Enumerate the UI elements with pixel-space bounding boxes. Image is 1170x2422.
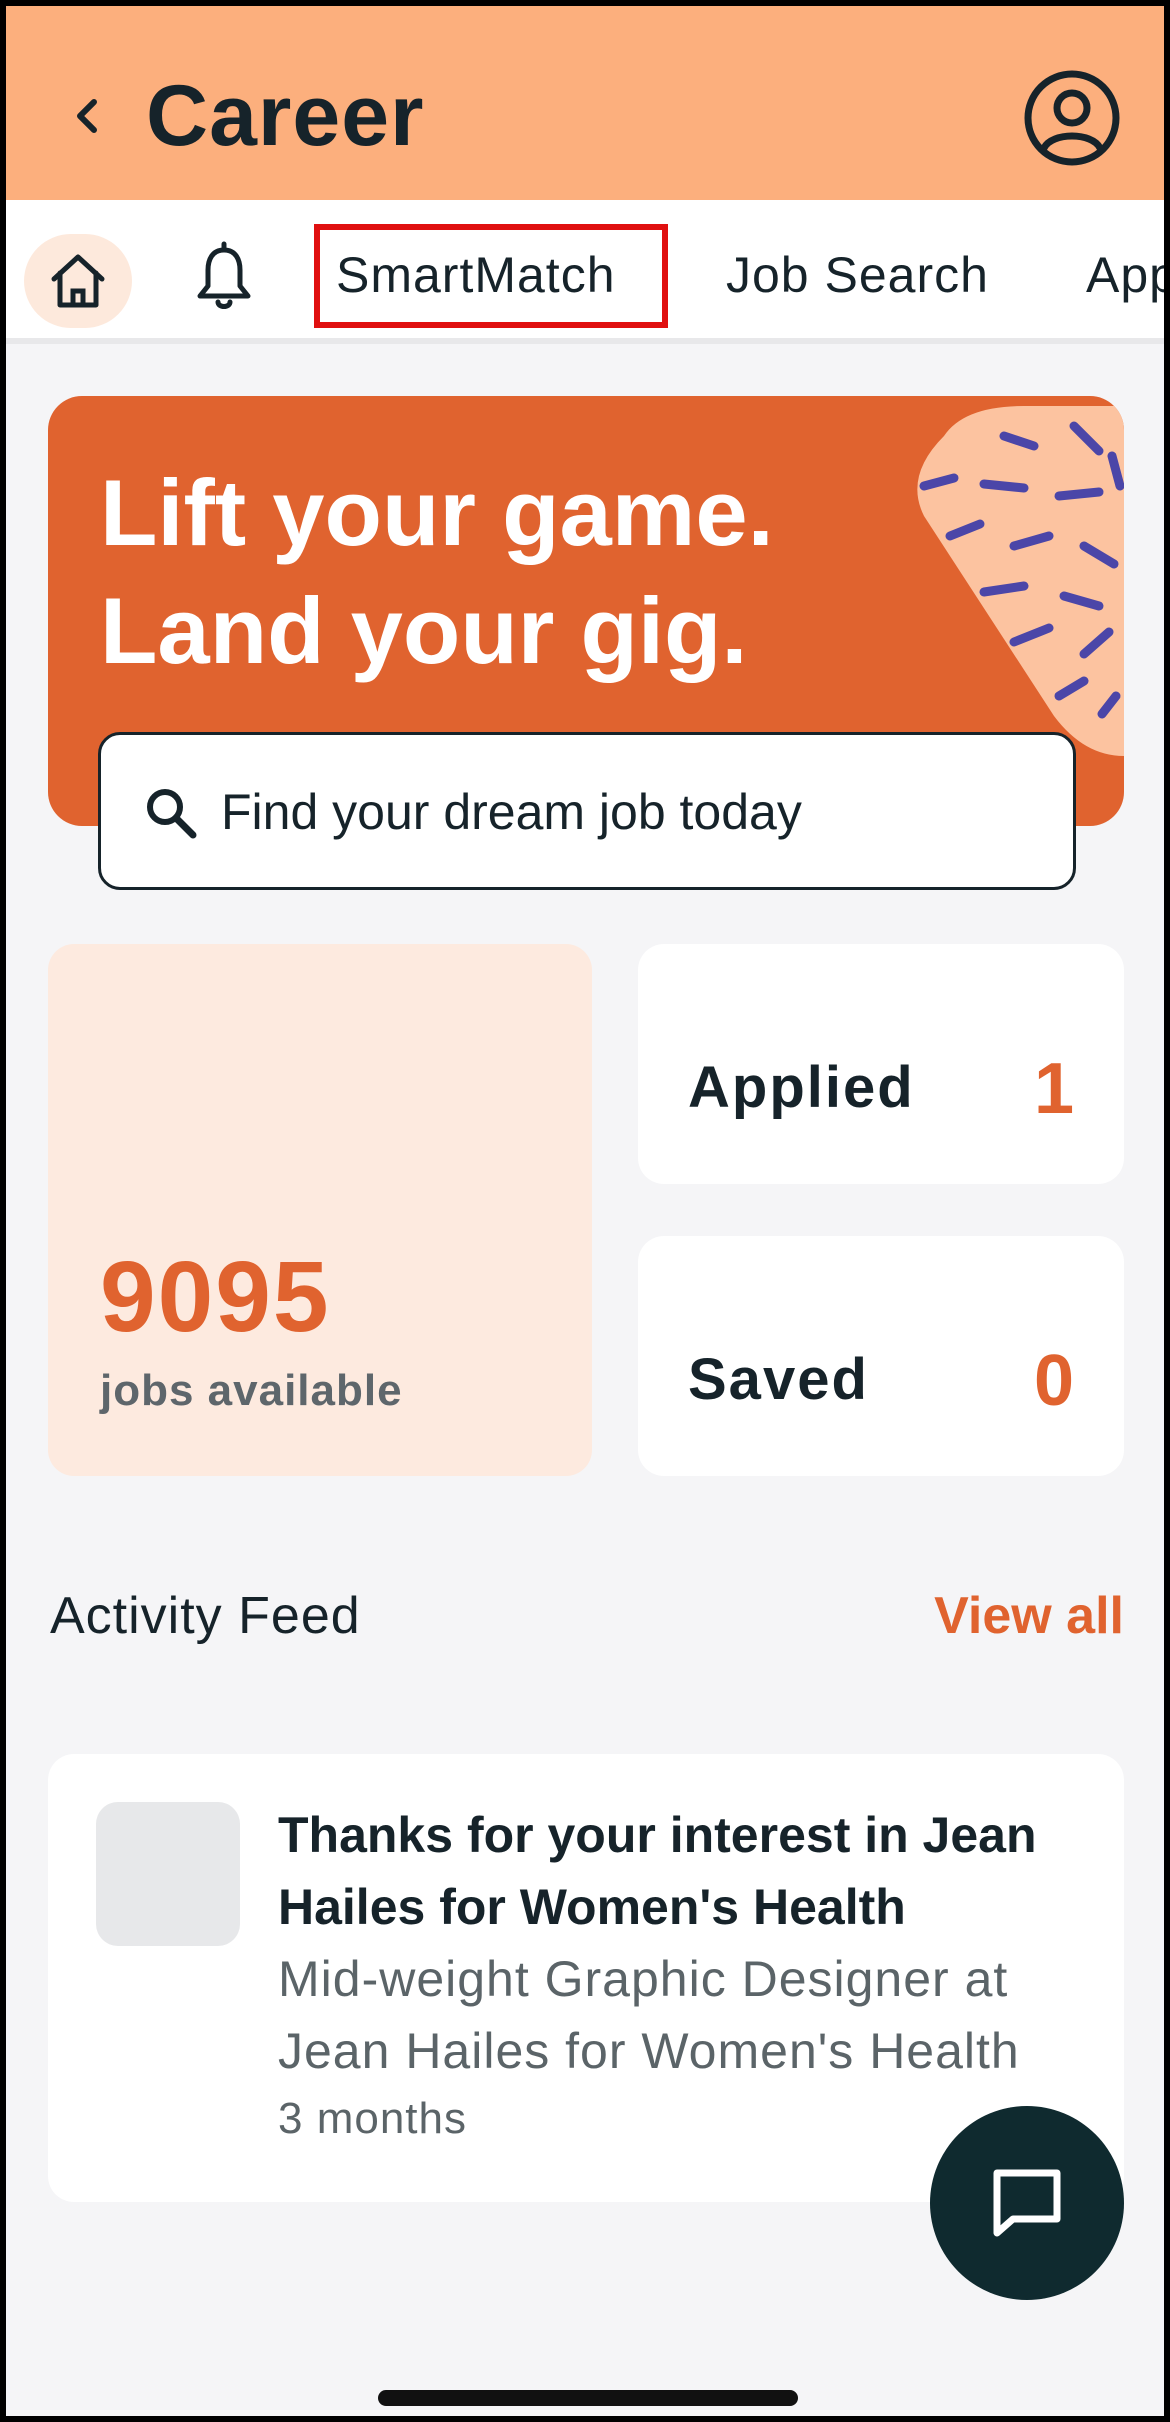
jobs-count: 9095 xyxy=(100,1241,331,1353)
feed-item-heading-line-1: Thanks for your interest in Jean xyxy=(278,1807,1037,1863)
activity-feed-title: Activity Feed xyxy=(50,1587,361,1645)
chat-icon xyxy=(993,2169,1061,2237)
search-icon xyxy=(147,789,197,839)
applied-label: Applied xyxy=(688,1055,915,1120)
jobs-available-card[interactable]: 9095 jobs available xyxy=(48,944,592,1476)
feed-item-subtitle-line-2: Jean Hailes for Women's Health xyxy=(278,2023,1020,2079)
job-search-input[interactable]: Find your dream job today xyxy=(98,732,1076,890)
company-logo-placeholder xyxy=(96,1802,240,1946)
tab-job-search[interactable]: Job Search xyxy=(726,246,989,304)
saved-count: 0 xyxy=(1033,1341,1074,1421)
tab-home[interactable] xyxy=(24,234,132,328)
jobs-label: jobs available xyxy=(100,1366,403,1415)
tab-notifications[interactable] xyxy=(186,240,262,316)
feed-item-subtitle-line-1: Mid-weight Graphic Designer at xyxy=(278,1951,1009,2007)
selection-highlight-box xyxy=(314,224,668,328)
saved-label: Saved xyxy=(688,1347,869,1412)
hero-headline-2: Land your gig. xyxy=(100,578,748,683)
applied-card[interactable]: Applied 1 xyxy=(638,944,1124,1184)
search-placeholder: Find your dream job today xyxy=(221,784,802,840)
home-icon xyxy=(51,254,105,308)
page-title: Career xyxy=(146,68,425,164)
home-indicator xyxy=(378,2390,798,2406)
back-button[interactable] xyxy=(66,94,110,138)
chevron-left-icon xyxy=(77,99,97,133)
hero-headline-1: Lift your game. xyxy=(100,460,774,565)
feed-item-heading-line-2: Hailes for Women's Health xyxy=(278,1879,906,1935)
tab-bar: SmartMatch Job Search App xyxy=(6,200,1164,344)
tab-applications[interactable]: App xyxy=(1086,246,1164,304)
chat-button[interactable] xyxy=(930,2106,1124,2300)
view-all-link[interactable]: View all xyxy=(934,1586,1124,1646)
applied-count: 1 xyxy=(1033,1049,1074,1129)
bell-icon xyxy=(197,241,251,309)
feed-item-timestamp: 3 months xyxy=(278,2094,467,2143)
saved-card[interactable]: Saved 0 xyxy=(638,1236,1124,1476)
profile-button[interactable] xyxy=(1022,68,1122,168)
user-circle-icon xyxy=(1024,70,1120,166)
app-header: Career xyxy=(6,6,1164,200)
career-screen: Career SmartMatch Job Search Ap Lift you… xyxy=(6,6,1164,2416)
